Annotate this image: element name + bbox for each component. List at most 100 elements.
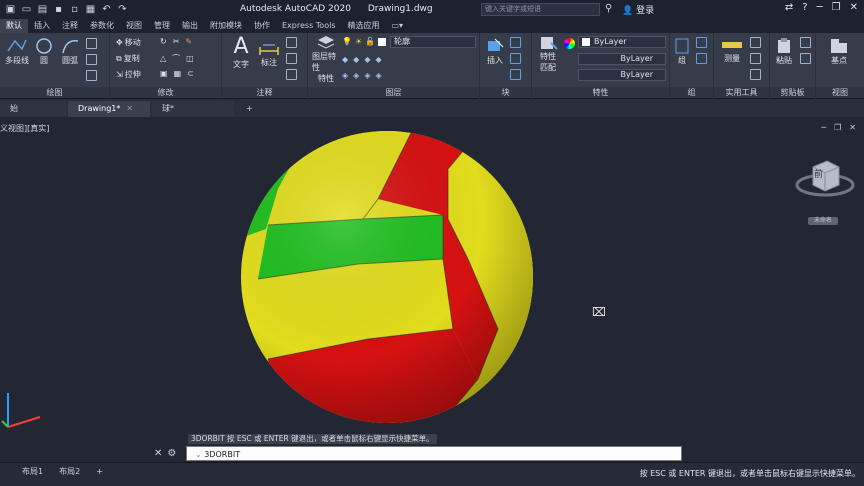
undo-icon[interactable]: ↶: [100, 3, 113, 16]
search-input[interactable]: 键入关键字或短语: [481, 3, 600, 16]
layer-tool-icon[interactable]: ◈: [353, 71, 359, 80]
viewport-restore-icon[interactable]: ❐: [834, 123, 841, 132]
measure-button[interactable]: 测量: [718, 37, 746, 64]
hatch-tool[interactable]: [86, 54, 97, 65]
fillet-icon[interactable]: ⌒: [172, 53, 180, 64]
polyline-button[interactable]: 多段线: [2, 37, 32, 66]
copy-button[interactable]: ⧉ 复制: [116, 53, 140, 64]
insert-button[interactable]: 插入: [482, 37, 508, 66]
wcs-menu[interactable]: 未命名: [808, 217, 838, 225]
model-tab[interactable]: [0, 465, 14, 479]
layer-tool-icon[interactable]: ◈: [364, 71, 370, 80]
text-button[interactable]: A 文字: [228, 35, 254, 70]
panel-modify-label[interactable]: 修改: [110, 87, 221, 98]
ungroup-tool[interactable]: [696, 37, 707, 48]
calculator-tool[interactable]: [750, 69, 761, 80]
lock-icon[interactable]: 🔓: [365, 37, 375, 46]
group-edit-tool[interactable]: [696, 53, 707, 64]
sign-in-link[interactable]: 👤 登录: [622, 3, 654, 16]
ribbon-tab[interactable]: 附加模块: [204, 19, 248, 33]
layout-tab-2[interactable]: 布局2: [51, 465, 88, 479]
layer-tool-icon[interactable]: ◈: [342, 71, 348, 80]
scale-icon[interactable]: ▣: [160, 69, 168, 78]
minimize-icon[interactable]: ─: [817, 2, 823, 13]
paste-button[interactable]: 粘贴: [772, 37, 796, 66]
panel-block-label[interactable]: 块: [480, 87, 531, 98]
help-icon[interactable]: ?: [802, 2, 807, 13]
doc-tab-ball[interactable]: 球*: [152, 101, 234, 117]
viewcube-front-face[interactable]: 前: [814, 167, 823, 180]
dimension-button[interactable]: 标注: [256, 37, 282, 68]
layer-tool-icon[interactable]: ◆: [353, 55, 359, 64]
linear-dim-tool[interactable]: [286, 37, 297, 48]
add-layout-icon[interactable]: +: [88, 465, 111, 479]
match-properties-button[interactable]: 特性 匹配: [534, 35, 562, 73]
base-view-button[interactable]: 基点: [824, 37, 854, 66]
new-icon[interactable]: ▭: [20, 3, 33, 16]
print-icon[interactable]: ▦: [84, 3, 97, 16]
viewport-close-icon[interactable]: ✕: [849, 123, 856, 132]
app-menu-icon[interactable]: ▣: [4, 3, 17, 16]
copy-clip-tool[interactable]: [800, 53, 811, 64]
viewport-minimize-icon[interactable]: ─: [821, 123, 826, 132]
ribbon-tab[interactable]: Express Tools: [276, 19, 342, 33]
ribbon-tab[interactable]: 输出: [176, 19, 204, 33]
panel-annotation-label[interactable]: 注释: [222, 87, 307, 98]
new-tab-button[interactable]: +: [236, 101, 256, 117]
panel-utilities-label[interactable]: 实用工具: [714, 87, 769, 98]
lightbulb-icon[interactable]: 💡: [342, 37, 352, 46]
sun-icon[interactable]: ☀: [355, 37, 362, 46]
panel-groups-label[interactable]: 组: [670, 87, 713, 98]
panel-properties-label[interactable]: 特性: [532, 87, 669, 98]
panel-view-label[interactable]: 视图: [816, 87, 864, 98]
ribbon-tab[interactable]: 管理: [148, 19, 176, 33]
erase-icon[interactable]: ✎: [185, 37, 192, 46]
trim-icon[interactable]: ✂: [173, 37, 180, 46]
saveas-icon[interactable]: ▫: [68, 3, 81, 16]
layer-tool-icon[interactable]: ◆: [375, 55, 381, 64]
layer-tool-icon[interactable]: ◆: [342, 55, 348, 64]
ribbon-overflow-icon[interactable]: ▭▾: [386, 19, 410, 33]
save-icon[interactable]: ▪: [52, 3, 65, 16]
create-block-tool[interactable]: [510, 37, 521, 48]
ribbon-tab[interactable]: 协作: [248, 19, 276, 33]
move-button[interactable]: ✥ 移动: [116, 37, 141, 48]
restore-icon[interactable]: ❐: [832, 2, 841, 13]
group-button[interactable]: 组: [672, 37, 692, 66]
ribbon-tab[interactable]: 插入: [28, 19, 56, 33]
cut-tool[interactable]: [800, 37, 811, 48]
layer-tool-icon[interactable]: ◈: [375, 71, 381, 80]
arc-button[interactable]: 圆弧: [58, 37, 82, 66]
ribbon-tab[interactable]: 视图: [120, 19, 148, 33]
layer-dropdown[interactable]: 轮廓: [390, 36, 476, 48]
search-icon[interactable]: ⚲: [605, 3, 612, 14]
volleyball-model[interactable]: [238, 129, 536, 425]
command-customize-icon[interactable]: ⚙: [167, 448, 176, 459]
viewport-controls-label[interactable]: 义视图][真实]: [0, 123, 49, 134]
rectangle-tool[interactable]: [86, 38, 97, 49]
table-tool[interactable]: [286, 69, 297, 80]
store-icon[interactable]: ⇄: [785, 2, 793, 13]
leader-tool[interactable]: [286, 53, 297, 64]
select-all-tool[interactable]: [750, 53, 761, 64]
layer-tool-icon[interactable]: ◆: [364, 55, 370, 64]
explode-icon[interactable]: ◫: [186, 54, 194, 63]
open-icon[interactable]: ▤: [36, 3, 49, 16]
layer-properties-button[interactable]: 图层特性 特性: [312, 35, 340, 84]
command-close-icon[interactable]: ✕: [154, 448, 162, 459]
ribbon-tab[interactable]: 默认: [0, 19, 28, 33]
panel-clipboard-label[interactable]: 剪贴板: [770, 87, 815, 98]
command-input[interactable]: ⌄ 3DORBIT: [186, 446, 682, 461]
close-tab-icon[interactable]: ✕: [126, 104, 133, 113]
attribute-tool[interactable]: [510, 69, 521, 80]
stretch-button[interactable]: ⇲ 拉伸: [116, 69, 141, 80]
redo-icon[interactable]: ↷: [116, 3, 129, 16]
close-icon[interactable]: ✕: [850, 2, 858, 13]
ribbon-tab[interactable]: 精选应用: [342, 19, 386, 33]
circle-button[interactable]: 圆: [32, 37, 56, 66]
doc-tab-start[interactable]: 始: [0, 101, 66, 117]
color-dropdown[interactable]: ByLayer: [578, 36, 666, 48]
region-tool[interactable]: [86, 70, 97, 81]
rotate-icon[interactable]: ↻: [160, 37, 167, 46]
doc-tab-drawing1[interactable]: Drawing1* ✕: [68, 101, 150, 117]
